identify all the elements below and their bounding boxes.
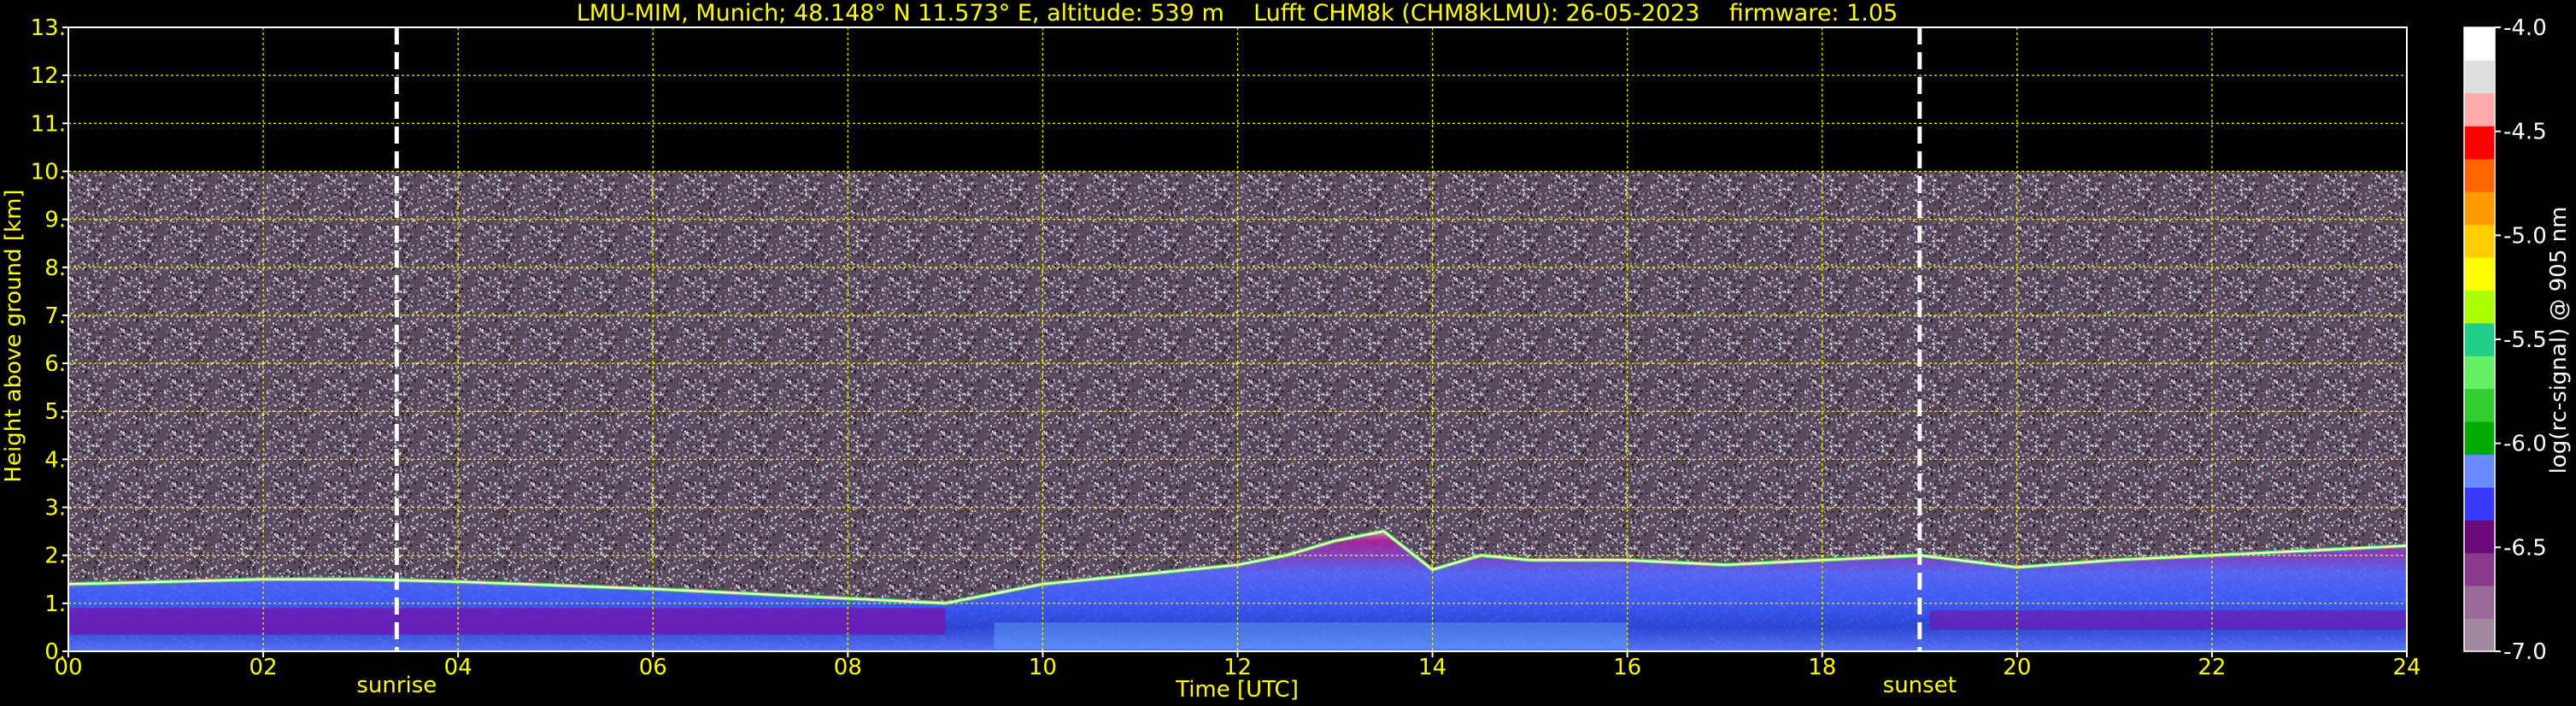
y-tick-label: 8.: [44, 256, 66, 281]
colorbar-swatch: [2464, 552, 2495, 586]
x-tick-label: 04: [444, 655, 472, 680]
y-tick-label: 3.: [44, 496, 66, 521]
colorbar-tick-label: -4.0: [2503, 15, 2547, 41]
y-tick-label: 10.: [31, 159, 66, 185]
colorbar-tick-label: -4.5: [2503, 120, 2547, 145]
colorbar-tick-label: -6.5: [2503, 535, 2547, 561]
colorbar-swatch: [2464, 618, 2495, 652]
colorbar-label: log(rc-signal) @ 905 nm: [2546, 207, 2572, 474]
mixing-layer: [994, 622, 1628, 650]
x-tick-label: 14: [1418, 655, 1446, 680]
colorbar-swatch: [2464, 356, 2495, 390]
colorbar-swatch: [2464, 421, 2495, 456]
y-tick-label: 2.: [44, 544, 66, 569]
y-tick-label: 9.: [44, 208, 66, 233]
x-tick-label: 06: [639, 655, 667, 680]
chart-title: LMU-MIM, Munich; 48.148° N 11.573° E, al…: [577, 0, 1898, 26]
x-tick-label: 02: [249, 655, 278, 680]
marker-label-sunset: sunset: [1883, 673, 1957, 698]
colorbar-tick-label: -6.0: [2503, 432, 2547, 457]
colorbar-swatch: [2464, 60, 2495, 94]
colorbar-swatch: [2464, 191, 2495, 226]
y-axis-label: Height above ground [km]: [1, 189, 26, 482]
y-tick-label: 11.: [31, 111, 66, 137]
y-tick-label: 5.: [44, 399, 66, 425]
y-tick-label: 0.: [44, 639, 66, 665]
y-tick-label: 12.: [31, 63, 66, 89]
y-tick-label: 6.: [44, 351, 66, 377]
marker-label-sunrise: sunrise: [356, 673, 437, 698]
y-tick-label: 1.: [44, 591, 66, 617]
x-tick-label: 22: [2198, 655, 2226, 680]
x-axis-label: Time [UTC]: [1175, 677, 1299, 703]
colorbar-swatch: [2464, 126, 2495, 160]
colorbar-swatch: [2464, 290, 2495, 324]
colorbar-swatch: [2464, 486, 2495, 521]
x-tick-label: 16: [1613, 655, 1641, 680]
colorbar-swatch: [2464, 454, 2495, 488]
x-tick-label: 10: [1029, 655, 1057, 680]
colorbar-swatch: [2464, 322, 2495, 356]
x-tick-label: 20: [2003, 655, 2031, 680]
y-tick-label: 13.: [31, 15, 66, 41]
colorbar-swatch: [2464, 585, 2495, 620]
colorbar-swatch: [2464, 520, 2495, 554]
colorbar-tick-label: -5.5: [2503, 327, 2547, 353]
colorbar-swatch: [2464, 388, 2495, 422]
colorbar-swatch: [2464, 224, 2495, 258]
y-tick-label: 4.: [44, 447, 66, 473]
colorbar-swatch: [2464, 256, 2495, 291]
aerosol-band-evening: [1929, 610, 2407, 630]
colorbar-swatch: [2464, 92, 2495, 126]
ceilometer-chart: LMU-MIM, Munich; 48.148° N 11.573° E, al…: [0, 0, 2576, 706]
colorbar-tick-label: -5.0: [2503, 223, 2547, 249]
y-tick-label: 7.: [44, 303, 66, 329]
x-tick-label: 24: [2392, 655, 2421, 680]
x-tick-label: 18: [1808, 655, 1836, 680]
colorbar-swatch: [2464, 158, 2495, 192]
x-tick-label: 08: [834, 655, 862, 680]
aerosol-band: [68, 608, 946, 635]
colorbar-swatch: [2464, 27, 2495, 61]
colorbar-tick-label: -7.0: [2503, 639, 2547, 665]
